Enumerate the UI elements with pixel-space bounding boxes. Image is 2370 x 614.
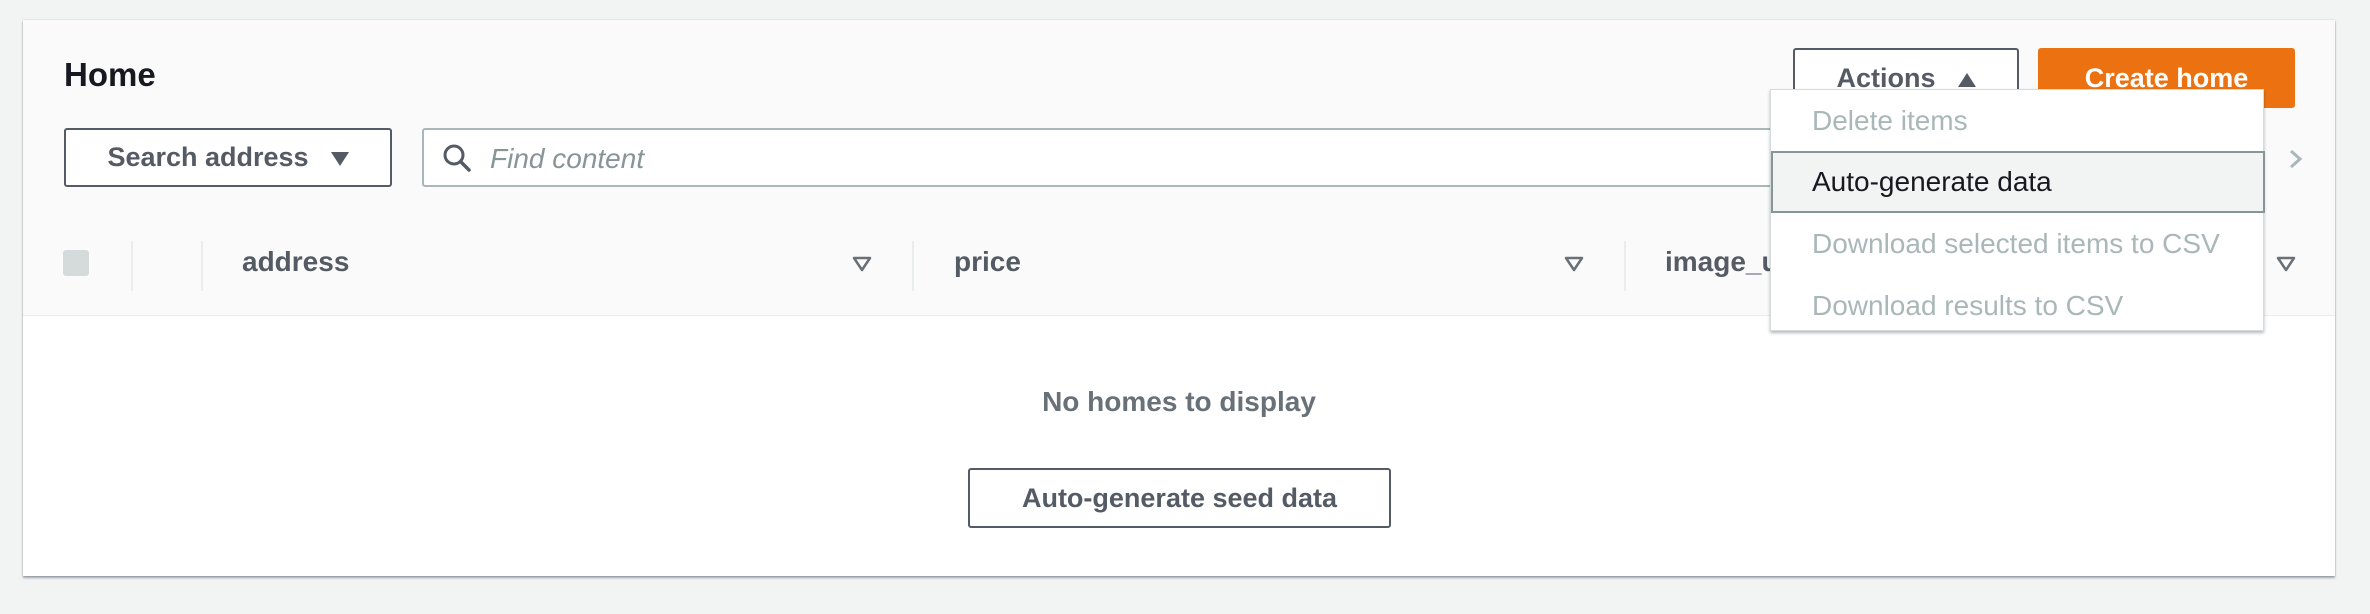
page-title: Home xyxy=(64,56,156,93)
sort-icon[interactable] xyxy=(1564,256,1584,277)
actions-dropdown-menu: Delete items Auto-generate data Download… xyxy=(1770,89,2265,331)
menu-item-auto-generate-data[interactable]: Auto-generate data xyxy=(1771,151,2265,213)
search-icon xyxy=(442,143,472,178)
column-divider xyxy=(912,241,914,291)
column-divider xyxy=(1624,241,1626,291)
search-address-label: Search address xyxy=(107,142,309,172)
chevron-right-icon[interactable] xyxy=(2286,144,2306,174)
column-divider xyxy=(131,241,133,291)
menu-item-delete-items[interactable]: Delete items xyxy=(1771,90,2265,152)
column-divider xyxy=(201,241,203,291)
sort-icon[interactable] xyxy=(2276,256,2296,277)
search-address-dropdown[interactable]: Search address xyxy=(64,128,392,187)
auto-generate-seed-data-button[interactable]: Auto-generate seed data xyxy=(968,468,1391,528)
menu-item-download-selected-csv[interactable]: Download selected items to CSV xyxy=(1771,213,2265,275)
caret-down-icon xyxy=(330,142,349,173)
column-header-address[interactable]: address xyxy=(242,246,349,278)
search-input[interactable] xyxy=(488,136,1892,182)
menu-item-download-results-csv[interactable]: Download results to CSV xyxy=(1771,275,2265,337)
column-header-price[interactable]: price xyxy=(954,246,1021,278)
sort-icon[interactable] xyxy=(852,256,872,277)
search-field[interactable] xyxy=(422,128,1942,187)
empty-state-message: No homes to display xyxy=(1042,386,1316,417)
select-all-checkbox[interactable] xyxy=(63,250,89,276)
